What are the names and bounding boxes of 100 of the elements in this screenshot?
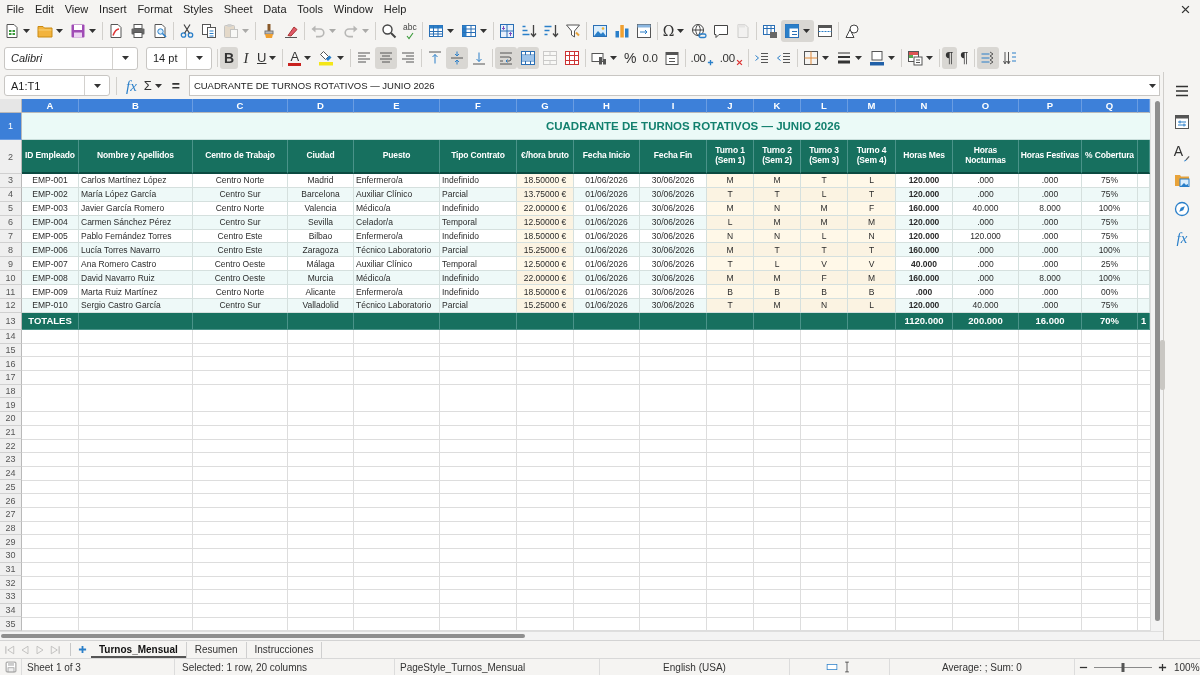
standard-format-button[interactable]: 0.0 [639,47,661,69]
row-header[interactable]: 26 [0,494,22,508]
menu-item[interactable]: Window [328,1,379,17]
menu-item[interactable]: View [59,1,94,17]
column-header[interactable]: G [517,99,574,113]
row-header[interactable]: 9 [0,257,22,272]
table-cell: T [801,243,848,258]
row-header[interactable]: 20 [0,412,22,426]
empty-cell [1138,140,1150,174]
font-color-button[interactable]: A [285,47,316,69]
column-header[interactable]: F [440,99,517,113]
close-icon[interactable] [1181,4,1190,14]
scrollbar-thumb[interactable] [1,634,525,639]
menu-item[interactable]: Help [378,1,412,17]
row-header[interactable]: 22 [0,439,22,454]
functions-button[interactable]: fx [1170,223,1194,252]
row-header[interactable]: 35 [0,617,22,632]
font-size-field[interactable]: 14 pt [146,46,212,70]
percent-button[interactable]: % [621,47,640,69]
zoom-level: 100% [1174,661,1200,673]
delete-decimal-button[interactable]: .00 [716,47,746,69]
right-to-left-button[interactable]: ¶ [956,47,972,69]
caret-icon [304,56,312,60]
formula-button[interactable]: = [166,74,185,97]
column-header[interactable]: A [22,99,79,113]
formula-input[interactable]: CUADRANTE DE TURNOS ROTATIVOS — JUNIO 2026 [188,75,1160,96]
spelling-button[interactable]: abc [400,20,420,42]
row-header[interactable]: 23 [0,453,22,467]
underline-button[interactable]: U [254,47,281,69]
document-export-icon [108,23,124,39]
column-header[interactable]: N [896,99,953,113]
text-direction-button[interactable] [976,47,999,69]
table-cell: 8.000 [1019,271,1082,286]
menu-item[interactable]: Format [132,1,178,17]
left-to-right-button[interactable]: ¶ [941,47,957,69]
name-box[interactable]: A1:T1 [4,75,110,96]
add-decimal-button[interactable]: .00 [687,47,717,69]
scrollbar-thumb[interactable] [1154,101,1160,621]
sheet-title: CUADRANTE DE TURNOS ROTATIVOS — JUNIO 2026 [545,120,841,132]
selection-mode-icon[interactable] [826,661,838,673]
font-name-field[interactable]: Calibri [4,46,138,70]
column-title: ID Empleado [22,140,79,174]
column-title: Horas Nocturnas [953,140,1019,174]
menu-item[interactable]: Data [257,1,292,17]
row-header[interactable]: 2 [0,140,22,174]
freeze-button[interactable] [781,20,815,42]
menu-item[interactable]: Insert [93,1,132,17]
row-header[interactable]: 12 [0,299,22,313]
row-header[interactable]: 16 [0,357,22,371]
align-center-button[interactable] [375,47,398,69]
table-cell: 01/06/2026 [574,201,640,216]
menu-item[interactable]: Styles [177,1,219,17]
menu-item[interactable]: File [1,1,30,17]
special-character-button[interactable]: Ω [659,20,689,42]
row-header[interactable]: 29 [0,535,22,549]
row-header[interactable]: 3 [0,174,22,188]
menu-item[interactable]: Tools [291,1,329,17]
row-header[interactable]: 32 [0,576,22,590]
sum-button[interactable]: Σ [140,74,166,97]
styles-button[interactable]: A [1170,136,1194,165]
sheet-tab[interactable]: Resumen [186,641,247,658]
zoom-in-icon[interactable] [1158,662,1167,672]
column-header[interactable]: Q [1082,99,1138,113]
column-header[interactable]: H [574,99,640,113]
column-header[interactable]: C [193,99,288,113]
column-header[interactable]: D [288,99,354,113]
merge-center-button[interactable] [517,47,540,69]
vertical-scrollbar[interactable] [1150,99,1163,632]
sheet-tab[interactable]: Instrucciones [246,641,323,658]
table-cell: 100% [1082,201,1138,216]
table-cell: T [707,299,754,313]
bold-button[interactable]: B [220,47,238,69]
row-header[interactable]: 10 [0,271,22,286]
column-header[interactable]: O [953,99,1019,113]
slider-thumb[interactable] [1121,662,1125,672]
column-header[interactable]: B [79,99,193,113]
table-cell: 01/06/2026 [574,299,640,313]
column-header[interactable]: E [354,99,440,113]
row-header[interactable]: 25 [0,480,22,495]
sidebar-grip[interactable] [1160,340,1165,390]
italic-button[interactable]: I [238,47,254,69]
row-header[interactable]: 8 [0,243,22,258]
horizontal-scrollbar[interactable] [0,631,1163,641]
column-header[interactable]: M [848,99,896,113]
sheet-tab[interactable]: Turnos_Mensual [91,641,187,658]
paste-icon [223,23,239,39]
column-header[interactable]: J [707,99,754,113]
menu-item[interactable]: Sheet [218,1,258,17]
column-header[interactable]: P [1019,99,1082,113]
function-wizard-button[interactable]: fx [123,74,140,97]
menu-item[interactable]: Edit [29,1,60,17]
column-header[interactable]: I [640,99,707,113]
column-header[interactable]: L [801,99,848,113]
center-vertically-button[interactable] [446,47,469,69]
row-header[interactable]: 19 [0,398,22,413]
plus-icon[interactable] [78,645,87,654]
row-header[interactable]: 11 [0,285,22,299]
table-cell: 120.000 [896,299,953,313]
row-header[interactable]: 1 [0,113,22,140]
column-header[interactable]: K [754,99,801,113]
